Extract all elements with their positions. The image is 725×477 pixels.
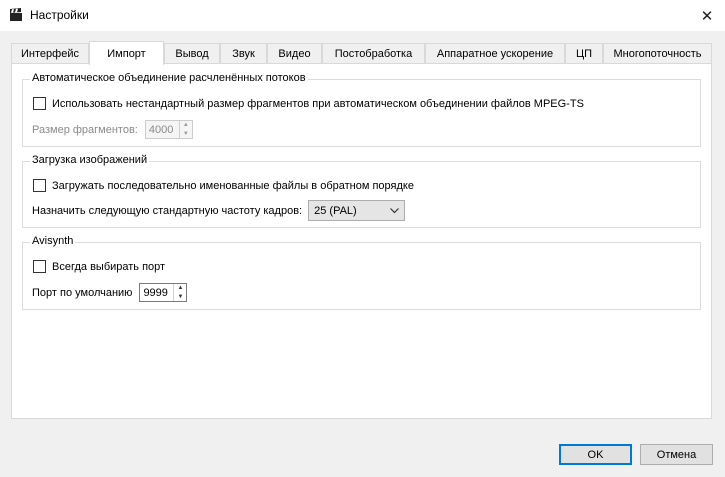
group-title: Загрузка изображений xyxy=(30,154,150,166)
tab-strip: Интерфейс Импорт Вывод Звук Видео Постоб… xyxy=(11,41,712,65)
tab-output[interactable]: Вывод xyxy=(164,43,220,64)
reverse-order-checkbox[interactable] xyxy=(33,179,46,192)
tab-label: ЦП xyxy=(575,48,593,60)
default-port-value[interactable]: 9999 xyxy=(140,284,173,301)
tab-audio[interactable]: Звук xyxy=(220,43,267,64)
avisynth-group: Avisynth Всегда выбирать порт Порт по ум… xyxy=(22,235,701,310)
fragment-size-value: 4000 xyxy=(148,123,174,136)
tab-label: Аппаратное ускорение xyxy=(436,48,554,60)
frame-rate-select[interactable]: 25 (PAL) xyxy=(308,200,406,221)
image-loading-group: Загрузка изображений Загружать последова… xyxy=(22,154,701,228)
tab-hardware-acceleration[interactable]: Аппаратное ускорение xyxy=(425,43,565,64)
reverse-order-option[interactable]: Загружать последовательно именованные фа… xyxy=(33,179,414,192)
spin-arrows: ▲ ▼ xyxy=(173,284,186,301)
group-title: Avisynth xyxy=(30,235,76,247)
tab-cpu[interactable]: ЦП xyxy=(565,43,603,64)
spin-down-icon: ▼ xyxy=(182,130,189,137)
tab-multithreading[interactable]: Многопоточность xyxy=(603,43,712,64)
split-streams-group: Автоматическое объединение расчленённых … xyxy=(22,72,701,147)
import-tab-panel: Автоматическое объединение расчленённых … xyxy=(11,63,712,419)
tab-label: Интерфейс xyxy=(21,48,79,60)
title-bar: Настройки ✕ xyxy=(0,0,725,31)
tab-label: Звук xyxy=(232,48,255,60)
tab-import[interactable]: Импорт xyxy=(89,41,164,65)
close-button[interactable]: ✕ xyxy=(689,0,725,31)
spin-up-icon: ▲ xyxy=(182,122,189,129)
fragment-size-spinbox: 4000 ▲ ▼ xyxy=(144,120,193,139)
fragment-size-label: Размер фрагментов: xyxy=(32,123,138,136)
tab-label: Многопоточность xyxy=(613,48,702,60)
spin-arrows: ▲ ▼ xyxy=(178,121,192,138)
frame-rate-value: 25 (PAL) xyxy=(314,204,357,217)
ok-button[interactable]: OK xyxy=(559,444,632,465)
tab-label: Постобработка xyxy=(334,48,413,60)
tab-interface[interactable]: Интерфейс xyxy=(11,43,89,64)
tab-label: Вывод xyxy=(175,48,209,60)
ok-button-label: OK xyxy=(587,448,604,461)
window-title: Настройки xyxy=(30,8,89,22)
custom-fragment-size-option[interactable]: Использовать нестандартный размер фрагме… xyxy=(33,97,584,110)
always-choose-port-option[interactable]: Всегда выбирать порт xyxy=(33,260,165,273)
fragment-size-row: Размер фрагментов: 4000 ▲ ▼ xyxy=(32,120,193,139)
default-port-spinbox[interactable]: 9999 ▲ ▼ xyxy=(139,283,188,302)
spin-down-icon[interactable]: ▼ xyxy=(174,293,186,302)
frame-rate-row: Назначить следующую стандартную частоту … xyxy=(32,200,406,221)
checkbox-label: Загружать последовательно именованные фа… xyxy=(52,179,414,192)
close-icon: ✕ xyxy=(700,7,714,25)
tab-postprocessing[interactable]: Постобработка xyxy=(322,43,425,64)
group-title: Автоматическое объединение расчленённых … xyxy=(30,72,308,84)
frame-rate-label: Назначить следующую стандартную частоту … xyxy=(32,204,303,217)
default-port-row: Порт по умолчанию 9999 ▲ ▼ xyxy=(32,283,188,302)
checkbox-label: Всегда выбирать порт xyxy=(52,260,166,273)
cancel-button-label: Отмена xyxy=(656,448,697,461)
tab-video[interactable]: Видео xyxy=(267,43,322,64)
tab-label: Импорт xyxy=(107,47,146,60)
checkbox-label: Использовать нестандартный размер фрагме… xyxy=(52,97,584,110)
custom-fragment-size-checkbox[interactable] xyxy=(33,97,46,110)
spin-up-icon[interactable]: ▲ xyxy=(174,284,186,293)
tab-label: Видео xyxy=(278,48,311,60)
default-port-label: Порт по умолчанию xyxy=(32,286,133,299)
cancel-button[interactable]: Отмена xyxy=(640,444,713,465)
clapperboard-icon xyxy=(10,8,22,21)
always-choose-port-checkbox[interactable] xyxy=(33,260,46,273)
chevron-down-icon xyxy=(390,206,400,216)
